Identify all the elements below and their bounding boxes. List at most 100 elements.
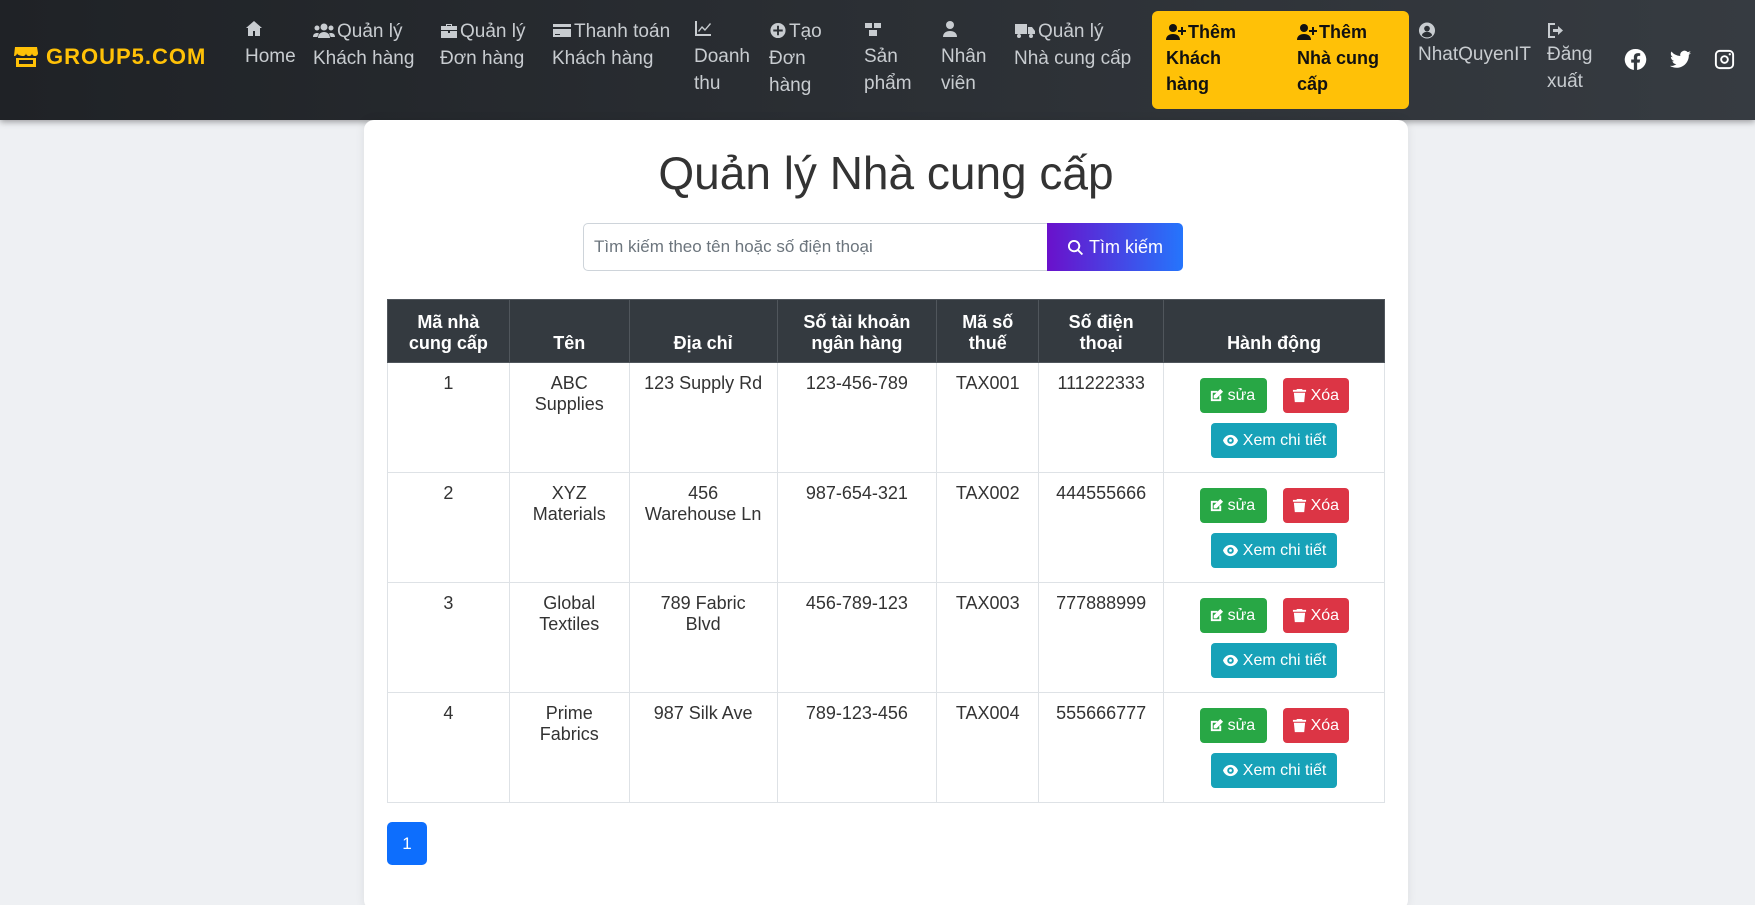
users-icon: [313, 23, 335, 38]
view-details-label: Xem chi tiết: [1242, 651, 1327, 669]
nav-user-profile[interactable]: NhatQuyenIT: [1418, 18, 1531, 68]
nav-suppliers[interactable]: Quản lý Nhà cung cấp: [1014, 18, 1131, 72]
cell-bank-account: 789-123-456: [776, 692, 938, 803]
nav-logout-line1: Đăng: [1547, 44, 1593, 65]
trash-icon: [1292, 388, 1306, 403]
nav-payment-line1: Thanh toán: [574, 21, 671, 42]
delete-button[interactable]: Xóa: [1282, 708, 1349, 743]
edit-button[interactable]: sửa: [1199, 708, 1267, 743]
eye-icon: [1222, 764, 1238, 777]
add-customer-line1: Thêm: [1188, 22, 1237, 42]
search-input[interactable]: [583, 223, 1048, 271]
cell-tax-code: TAX001: [936, 362, 1040, 473]
user-tie-icon: [943, 21, 957, 37]
nav-payment[interactable]: Thanh toán Khách hàng: [552, 18, 670, 72]
cell-address: 456 Warehouse Ln: [628, 472, 778, 583]
search-icon: [1067, 239, 1084, 255]
nav-products-line2: phẩm: [864, 73, 912, 94]
content-card: Quản lý Nhà cung cấp Tìm kiếm Mã nhàcung…: [364, 120, 1408, 905]
boxes-icon: [865, 23, 881, 36]
credit-card-icon: [553, 24, 571, 37]
twitter-link[interactable]: [1669, 48, 1692, 76]
nav-customers-line2: Khách hàng: [313, 48, 415, 69]
facebook-link[interactable]: [1624, 48, 1647, 76]
view-details-button[interactable]: Xem chi tiết: [1211, 533, 1338, 568]
add-customer-line3: hàng: [1166, 74, 1209, 94]
cell-address: 987 Silk Ave: [628, 692, 778, 803]
chart-line-icon: [695, 21, 711, 36]
header-supplier-id: Mã nhà cung cấp: [387, 299, 510, 363]
cell-tax-code: TAX002: [936, 472, 1040, 583]
facebook-icon: [1624, 48, 1647, 70]
cell-supplier-id: 2: [387, 472, 510, 583]
nav-revenue-line1: Doanh: [694, 46, 750, 67]
edit-button[interactable]: sửa: [1199, 598, 1267, 633]
nav-revenue-line2: thu: [694, 73, 721, 94]
cell-actions: sửa Xóa Xem chi tiết: [1163, 362, 1385, 473]
table-row: 3 Global Textiles 789 Fabric Blvd 456-789-…: [387, 582, 1385, 693]
search-button[interactable]: Tìm kiếm: [1047, 223, 1183, 271]
nav-revenue[interactable]: Doanh thu: [694, 16, 750, 97]
nav-customers[interactable]: Quản lý Khách hàng: [313, 18, 414, 72]
view-details-label: Xem chi tiết: [1242, 431, 1327, 449]
nav-suppliers-line1: Quản lý: [1038, 21, 1104, 42]
nav-payment-line2: Khách hàng: [552, 48, 654, 69]
store-icon: [14, 47, 38, 67]
edit-button-label: sửa: [1227, 606, 1256, 624]
user-circle-icon: [1418, 22, 1436, 39]
cell-tax-code: TAX004: [936, 692, 1040, 803]
nav-staff[interactable]: Nhân viên: [941, 16, 986, 97]
cell-actions: sửa Xóa Xem chi tiết: [1163, 692, 1385, 803]
table-row: 1 ABC Supplies 123 Supply Rd 123-456-789 …: [387, 362, 1385, 473]
cell-phone: 444555666: [1038, 472, 1165, 583]
nav-logout-line2: xuất: [1547, 71, 1583, 92]
nav-create-order-line3: hàng: [769, 75, 812, 96]
edit-icon: [1210, 608, 1223, 622]
nav-logout[interactable]: Đăng xuất: [1547, 18, 1592, 95]
home-icon: [246, 21, 262, 36]
edit-button-label: sửa: [1227, 386, 1256, 404]
add-supplier-line2: Nhà cung: [1297, 48, 1380, 68]
nav-home[interactable]: Home: [245, 16, 296, 70]
add-supplier-line3: cấp: [1297, 74, 1329, 94]
edit-button[interactable]: sửa: [1199, 378, 1267, 413]
view-details-button[interactable]: Xem chi tiết: [1211, 753, 1338, 788]
cell-name: Prime Fabrics: [508, 692, 630, 803]
delete-button[interactable]: Xóa: [1282, 598, 1349, 633]
plus-circle-icon: [770, 22, 786, 39]
edit-button-label: sửa: [1227, 496, 1256, 514]
cell-actions: sửa Xóa Xem chi tiết: [1163, 472, 1385, 583]
instagram-link[interactable]: [1713, 48, 1736, 76]
cell-name: Global Textiles: [508, 582, 630, 693]
truck-icon: [1015, 24, 1035, 38]
cell-phone: 777888999: [1038, 582, 1165, 693]
delete-button-label: Xóa: [1310, 386, 1340, 404]
delete-button[interactable]: Xóa: [1282, 488, 1349, 523]
delete-button-label: Xóa: [1310, 716, 1340, 734]
edit-button[interactable]: sửa: [1199, 488, 1267, 523]
add-supplier-button[interactable]: Thêm Nhà cung cấp: [1283, 11, 1409, 109]
nav-staff-line1: Nhân: [941, 46, 987, 67]
nav-products-line1: Sản: [864, 46, 898, 67]
delete-button-label: Xóa: [1310, 606, 1340, 624]
eye-icon: [1222, 654, 1238, 667]
edit-icon: [1210, 718, 1223, 732]
view-details-button[interactable]: Xem chi tiết: [1211, 423, 1338, 458]
instagram-icon: [1714, 49, 1735, 70]
top-navbar: GROUP5.COM Home Quản lý Khách hàng Quản …: [0, 0, 1755, 120]
edit-icon: [1210, 498, 1223, 512]
view-details-button[interactable]: Xem chi tiết: [1211, 643, 1338, 678]
cell-bank-account: 456-789-123: [776, 582, 938, 693]
nav-products[interactable]: Sản phẩm: [864, 16, 912, 97]
delete-button[interactable]: Xóa: [1282, 378, 1349, 413]
header-bank-account: Số tài khoản ngân hàng: [776, 299, 938, 363]
pagination-page-1[interactable]: 1: [387, 822, 427, 865]
nav-orders-line2: Đơn hàng: [440, 48, 525, 69]
nav-orders[interactable]: Quản lý Đơn hàng: [440, 18, 525, 72]
brand-logo[interactable]: GROUP5.COM: [14, 44, 206, 70]
nav-create-order[interactable]: Tạo Đơn hàng: [769, 18, 822, 99]
search-button-label: Tìm kiếm: [1089, 236, 1163, 257]
header-tax-code: Mã số thuế: [936, 299, 1040, 363]
add-customer-button[interactable]: Thêm Khách hàng: [1152, 11, 1303, 109]
cell-phone: 111222333: [1038, 362, 1165, 473]
